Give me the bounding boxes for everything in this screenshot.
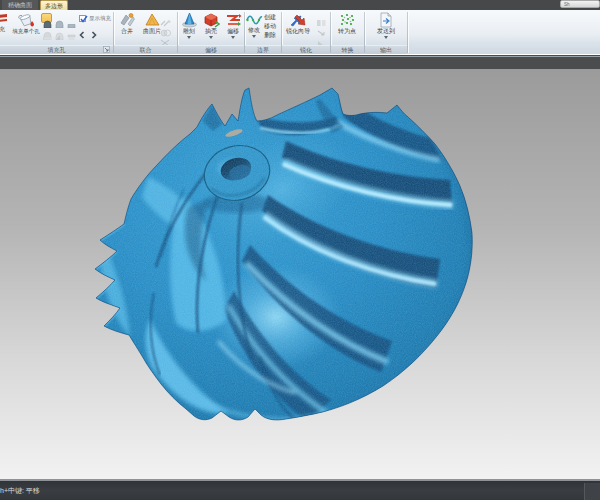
modify-label: 修改 xyxy=(248,27,260,34)
fill-complete-button[interactable] xyxy=(41,25,52,35)
ribbon: 充 填充单个孔 xyxy=(0,10,600,55)
ribbon-group-offset: 雕刻 抽壳 偏移 xyxy=(178,10,244,54)
convert-to-points-icon xyxy=(338,12,356,28)
status-hint: h+中键: 平移 xyxy=(0,486,40,496)
surface-patch-icon xyxy=(144,12,161,28)
group-label-sharpen: 锐化 xyxy=(282,45,330,54)
send-to-icon xyxy=(378,12,394,28)
group-label-boundary: 边界 xyxy=(245,45,281,54)
fill-curvature-button[interactable] xyxy=(41,13,52,23)
status-bar: h+中键: 平移 xyxy=(0,479,600,500)
partial-fill-button[interactable]: 充 xyxy=(0,12,8,33)
group-label-combine: 联合 xyxy=(114,45,177,54)
delete-menu-item[interactable]: 删除 xyxy=(264,31,276,39)
shell-button[interactable]: 抽壳 xyxy=(200,12,222,39)
boolean-button[interactable] xyxy=(159,22,171,31)
fill-single-hole-icon xyxy=(17,12,35,28)
toolbar-separator-strip xyxy=(0,56,600,69)
sharpen-wizard-icon xyxy=(289,12,307,28)
fill-partial-icon xyxy=(55,32,64,40)
send-to-label: 发送到 xyxy=(377,28,395,35)
ribbon-group-output: 发送到 输出 xyxy=(365,10,407,54)
create-label: 创建 xyxy=(264,14,276,20)
move-menu-item[interactable]: 移动 xyxy=(264,22,276,30)
previous-hole-button[interactable] xyxy=(77,26,87,36)
show-fill-label: 显示填充 xyxy=(89,14,111,22)
corner-button[interactable] xyxy=(315,32,327,41)
fill-bridge-icon xyxy=(67,32,76,40)
ribbon-group-combine: 合并 曲面片 联合 xyxy=(114,10,177,54)
sculpt-button[interactable]: 雕刻 xyxy=(178,12,200,39)
tab-exact-surface[interactable]: 精确曲面 xyxy=(2,0,38,10)
show-fill-checkbox[interactable] xyxy=(79,15,86,22)
fill-partial-button[interactable] xyxy=(53,25,64,35)
trim-button[interactable] xyxy=(159,32,171,41)
create-menu-item[interactable]: 创建 xyxy=(264,13,276,21)
stitch-button[interactable] xyxy=(159,12,171,21)
send-to-dropdown-caret[interactable] xyxy=(384,36,388,39)
offset-button[interactable]: 偏移 xyxy=(222,12,244,39)
dialog-launcher-icon[interactable] xyxy=(103,46,110,53)
extend-button[interactable] xyxy=(315,22,327,31)
next-hole-button[interactable] xyxy=(89,26,99,36)
shell-dropdown-caret[interactable] xyxy=(209,36,213,39)
impeller-mesh xyxy=(0,69,600,479)
sculpt-icon xyxy=(181,12,198,28)
statusbar-grip xyxy=(584,483,600,500)
modify-button[interactable]: 修改 xyxy=(245,12,263,38)
ribbon-group-boundary: 修改 创建 移动 删除 边界 xyxy=(245,10,281,54)
chevron-right-icon xyxy=(89,30,99,40)
fill-tangent-button[interactable] xyxy=(53,13,64,23)
ribbon-group-convert: 转为点 转换 xyxy=(331,10,364,54)
delete-label: 删除 xyxy=(264,32,276,38)
fill-flat-button[interactable] xyxy=(65,13,76,23)
fill-single-hole-button[interactable]: 填充单个孔 xyxy=(8,12,44,35)
modify-dropdown-caret[interactable] xyxy=(252,35,256,38)
tab-polygon[interactable]: 多边形 xyxy=(40,0,68,10)
overflow-button[interactable]: Sh xyxy=(560,0,600,8)
convert-to-points-label: 转为点 xyxy=(338,28,356,35)
sculpt-dropdown-caret[interactable] xyxy=(187,36,191,39)
merge-label: 合并 xyxy=(121,28,133,35)
merge-icon xyxy=(119,12,136,28)
sharpen-wizard-button[interactable]: 锐化向导 xyxy=(283,12,313,35)
ribbon-group-sharpen: 锐化向导 锐化 xyxy=(282,10,330,54)
ribbon-tab-bar: 精确曲面 多边形 Sh xyxy=(0,0,600,10)
modify-icon xyxy=(246,12,263,27)
sculpt-label: 雕刻 xyxy=(183,28,195,35)
sharpen-wizard-label: 锐化向导 xyxy=(286,28,310,35)
group-label-offset: 偏移 xyxy=(178,45,244,54)
fill-single-hole-label: 填充单个孔 xyxy=(12,28,40,35)
partial-button-label: 充 xyxy=(0,26,5,33)
send-to-button[interactable]: 发送到 xyxy=(372,12,400,39)
shell-icon xyxy=(203,12,220,28)
fill-all-icon xyxy=(0,12,8,26)
convert-to-points-button[interactable]: 转为点 xyxy=(333,12,361,35)
3d-viewport[interactable] xyxy=(0,69,600,479)
merge-button[interactable]: 合并 xyxy=(115,12,139,35)
fill-bridge-button[interactable] xyxy=(65,25,76,35)
chevron-left-icon xyxy=(77,30,87,40)
group-label-output: 输出 xyxy=(365,45,407,54)
group-label-convert: 转换 xyxy=(331,45,364,54)
ribbon-group-fill-holes: 充 填充单个孔 xyxy=(0,10,113,54)
group-label-fill-holes: 填充孔 xyxy=(0,45,113,54)
fill-complete-icon xyxy=(43,32,52,40)
check-icon xyxy=(79,14,89,24)
offset-label: 偏移 xyxy=(227,28,239,35)
offset-icon xyxy=(225,12,242,28)
offset-dropdown-caret[interactable] xyxy=(231,36,235,39)
shell-label: 抽壳 xyxy=(205,28,217,35)
move-label: 移动 xyxy=(264,23,276,29)
application-window: 精确曲面 多边形 Sh 充 填充单个孔 xyxy=(0,0,600,500)
defeature-button[interactable] xyxy=(315,12,327,21)
